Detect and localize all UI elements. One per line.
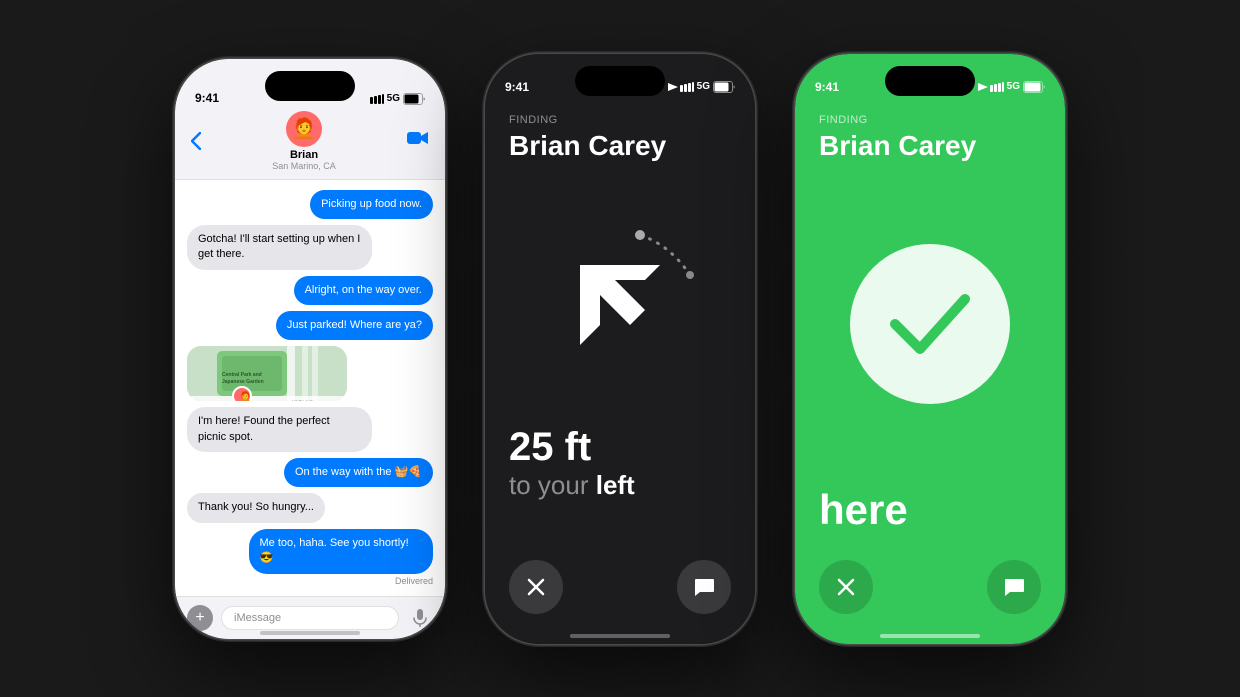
- distance-value: 25 ft: [509, 425, 635, 470]
- message-bubble: I'm here! Found the perfect picnic spot.: [187, 407, 372, 452]
- message-button-green[interactable]: [987, 560, 1041, 614]
- facetime-button[interactable]: [407, 129, 429, 152]
- status-time-1: 9:41: [195, 91, 370, 105]
- finding-footer-green: [795, 544, 1065, 644]
- map-bubble[interactable]: Central Park and Japanese Garden NINTH A…: [187, 346, 347, 401]
- status-time-2: 9:41: [505, 80, 669, 94]
- messages-body: Picking up food now. Gotcha! I'll start …: [175, 180, 445, 596]
- finding-distance: 25 ft to your left: [485, 425, 635, 501]
- messages-screen: 9:41 5G 🧑‍🦰 Brian San Marino, CA: [175, 59, 445, 639]
- home-indicator-3: [880, 634, 980, 638]
- message-bubble: Picking up food now.: [310, 190, 433, 219]
- close-button-green[interactable]: [819, 560, 873, 614]
- home-indicator-2: [570, 634, 670, 638]
- iphone-messages: 9:41 5G 🧑‍🦰 Brian San Marino, CA: [175, 59, 445, 639]
- checkmark-container: [795, 162, 1065, 486]
- map-preview: Central Park and Japanese Garden NINTH A…: [187, 346, 347, 401]
- message-bubble: Alright, on the way over.: [294, 276, 433, 305]
- finding-name-green: Brian Carey: [819, 130, 1041, 162]
- message-bubble: Gotcha! I'll start setting up when I get…: [187, 225, 372, 270]
- finding-name-dark: Brian Carey: [509, 130, 731, 162]
- message-input[interactable]: iMessage: [221, 606, 399, 630]
- add-attachment-button[interactable]: +: [187, 605, 213, 631]
- checkmark-circle: [850, 244, 1010, 404]
- status-time-3: 9:41: [815, 80, 979, 94]
- checkmark-icon: [885, 289, 975, 359]
- message-bubble: Me too, haha. See you shortly! 😎: [249, 529, 434, 574]
- back-button[interactable]: [191, 132, 201, 150]
- direction-word: left: [596, 470, 635, 500]
- finding-dark-screen: 9:41 5G FINDING Brian Carey: [485, 54, 755, 644]
- message-bubble: Thank you! So hungry...: [187, 493, 325, 522]
- svg-text:NINTH AVE: NINTH AVE: [292, 399, 313, 401]
- finding-label-dark: FINDING: [509, 114, 731, 126]
- finding-footer-dark: [485, 544, 755, 644]
- home-indicator: [260, 631, 360, 635]
- finding-label-green: FINDING: [819, 114, 1041, 126]
- distance-direction: to your left: [509, 470, 635, 501]
- contact-name: Brian: [290, 149, 318, 161]
- iphone-finding-dark: 9:41 5G FINDING Brian Carey: [485, 54, 755, 644]
- svg-text:🧑‍🦰: 🧑‍🦰: [239, 390, 251, 401]
- finding-body-dark: 25 ft to your left: [485, 162, 755, 544]
- svg-text:Central Park and: Central Park and: [222, 372, 262, 378]
- direction-indicator: [520, 205, 720, 405]
- message-bubble: Just parked! Where are ya?: [276, 311, 433, 340]
- iphone-finding-green: 9:41 5G FINDING Brian Carey: [795, 54, 1065, 644]
- finding-green-screen: 9:41 5G FINDING Brian Carey: [795, 54, 1065, 644]
- scene: 9:41 5G 🧑‍🦰 Brian San Marino, CA: [0, 0, 1240, 697]
- message-bubble: On the way with the 🧺🍕: [284, 458, 433, 487]
- dictation-button[interactable]: [407, 605, 433, 631]
- contact-avatar: 🧑‍🦰: [286, 111, 322, 147]
- svg-text:Japanese Garden: Japanese Garden: [222, 379, 264, 385]
- close-button-dark[interactable]: [509, 560, 563, 614]
- delivered-status: Delivered: [395, 576, 433, 586]
- contact-info[interactable]: 🧑‍🦰 Brian San Marino, CA: [209, 111, 399, 171]
- contact-location: San Marino, CA: [272, 161, 336, 171]
- message-button-dark[interactable]: [677, 560, 731, 614]
- here-label: here: [795, 486, 908, 544]
